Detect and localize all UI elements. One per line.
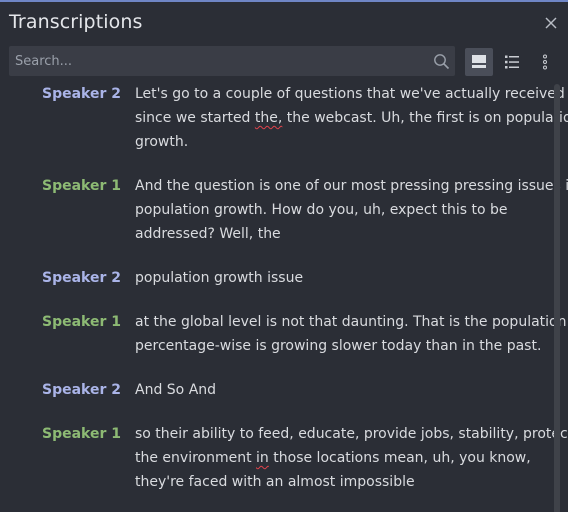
close-icon[interactable] [543, 15, 559, 31]
transcript-text: And So And [135, 378, 553, 402]
transcript-entry[interactable]: Speaker 1 And the question is one of our … [0, 174, 568, 246]
transcript-entry[interactable]: Speaker 1 at the global level is not that… [0, 310, 566, 358]
speaker-label: Speaker 2 [42, 270, 121, 286]
transcript-text: so their ability to feed, educate, provi… [135, 422, 568, 494]
transcript-text: at the global level is not that daunting… [135, 310, 566, 358]
single-view-icon [472, 55, 486, 68]
text-segment: at the global level is not that daunting… [135, 314, 567, 330]
text-segment: And So And [135, 382, 217, 398]
transcript-list: Speaker 2 Let's go to a couple of questio… [0, 82, 568, 512]
panel-header: Transcriptions [0, 2, 568, 42]
text-segment: so their ability to feed, educate, provi… [135, 426, 568, 442]
spelling-flag: the, [254, 110, 283, 126]
transcript-entry[interactable]: Speaker 1 so their ability to feed, educa… [0, 422, 568, 494]
transcript-line: population growth. How do you, uh, expec… [135, 198, 553, 222]
transcript-line: at the global level is not that daunting… [135, 310, 566, 334]
text-segment: they're faced with an almost impossible [135, 474, 415, 490]
search-icon[interactable] [433, 53, 450, 70]
text-segment: Let's go to a couple of questions that w… [135, 86, 565, 102]
transcript-line: And So And [135, 378, 553, 402]
transcript-line: Let's go to a couple of questions that w… [135, 82, 565, 106]
text-segment: the environment [135, 450, 257, 466]
transcript-line: addressed? Well, the [135, 222, 553, 246]
transcript-line: And the question is one of our most pres… [135, 174, 568, 198]
transcriptions-panel: Transcriptions Search... Speaker 2 Let's… [0, 0, 568, 512]
vertical-scrollbar[interactable] [553, 82, 561, 512]
transcript-text: Let's go to a couple of questions that w… [135, 82, 568, 154]
text-segment: those locations mean, uh, you know, [268, 450, 531, 466]
text-segment: percentage-wise is growing slower today … [135, 338, 542, 354]
text-segment: the webcast. Uh, the first is on populat… [282, 110, 568, 126]
speaker-label: Speaker 1 [42, 426, 121, 442]
panel-title: Transcriptions [9, 11, 143, 33]
transcript-line: population growth issue [135, 266, 553, 290]
list-view-icon [505, 55, 519, 69]
single-view-button[interactable] [465, 48, 493, 76]
text-segment: growth. [135, 134, 189, 150]
speaker-label: Speaker 2 [42, 382, 121, 398]
speaker-label: Speaker 1 [42, 178, 121, 194]
transcript-line: percentage-wise is growing slower today … [135, 334, 553, 358]
transcript-line: they're faced with an almost impossible [135, 470, 553, 494]
transcript-text: And the question is one of our most pres… [135, 174, 568, 246]
more-vertical-icon [543, 54, 547, 70]
list-view-button[interactable] [498, 48, 526, 76]
transcript-entry[interactable]: Speaker 2 Let's go to a couple of questio… [0, 82, 568, 154]
search-box [9, 46, 455, 76]
speaker-label: Speaker 1 [42, 314, 121, 330]
search-input[interactable] [9, 46, 409, 76]
transcript-entry[interactable]: Speaker 2 And So And [0, 378, 552, 402]
speaker-label: Speaker 2 [42, 86, 121, 102]
transcript-line: the environment in those locations mean,… [135, 446, 553, 470]
text-segment: And the question is one of our most pres… [135, 178, 568, 194]
spelling-flag: in [256, 450, 269, 466]
text-segment: addressed? Well, the [135, 226, 281, 242]
text-segment: since we started [135, 110, 255, 126]
transcript-line: growth. [135, 130, 553, 154]
scrollbar-thumb[interactable] [554, 84, 560, 512]
transcript-entry[interactable]: Speaker 2 population growth issue [0, 266, 552, 290]
text-segment: population growth. How do you, uh, expec… [135, 202, 508, 218]
transcript-line: since we started the, the webcast. Uh, t… [135, 106, 568, 130]
transcript-line: so their ability to feed, educate, provi… [135, 422, 568, 446]
more-options-button[interactable] [531, 48, 559, 76]
transcript-text: population growth issue [135, 266, 553, 290]
text-segment: population growth issue [135, 270, 304, 286]
